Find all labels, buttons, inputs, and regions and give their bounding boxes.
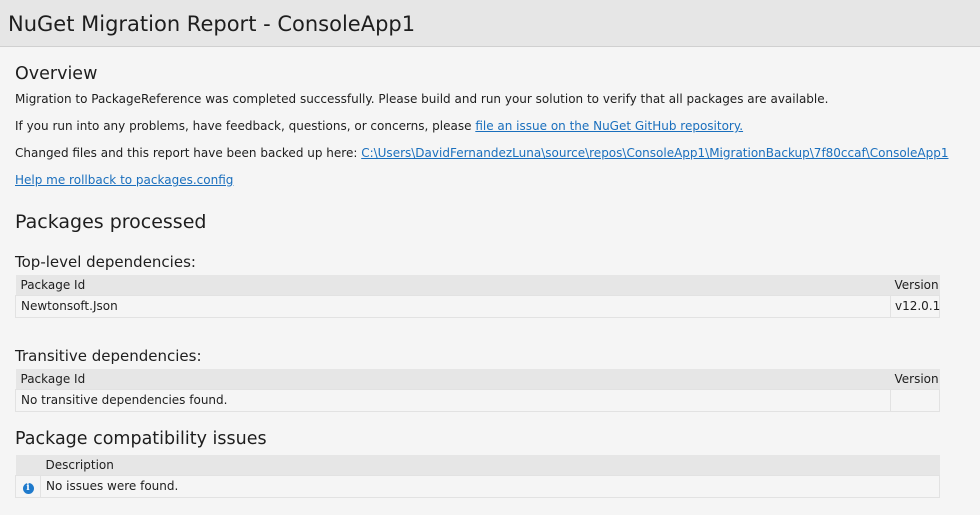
packages-processed-heading: Packages processed	[15, 211, 207, 233]
report-title: NuGet Migration Report - ConsoleApp1	[8, 12, 416, 36]
table-row: Newtonsoft.Json v12.0.1	[15, 294, 940, 318]
table-header-row: Package Id Version	[15, 275, 940, 295]
file-issue-link[interactable]: file an issue on the NuGet GitHub reposi…	[475, 119, 743, 133]
feedback-prefix: If you run into any problems, have feedb…	[15, 119, 476, 133]
rollback-link[interactable]: Help me rollback to packages.config	[15, 173, 233, 187]
empty-version-cell	[890, 388, 940, 412]
top-level-table: Package Id Version Newtonsoft.Json v12.0…	[15, 275, 940, 318]
issue-message-cell: No issues were found.	[40, 474, 940, 498]
empty-message-cell: No transitive dependencies found.	[15, 388, 891, 412]
feedback-text: If you run into any problems, have feedb…	[15, 119, 743, 133]
package-version-cell: v12.0.1	[890, 294, 940, 318]
migration-success-text: Migration to PackageReference was comple…	[15, 92, 829, 106]
backup-text: Changed files and this report have been …	[15, 146, 948, 160]
rollback-container: Help me rollback to packages.config	[15, 173, 233, 187]
info-icon: i	[22, 482, 34, 494]
column-header-description: Description	[40, 455, 940, 475]
report-header: NuGet Migration Report - ConsoleApp1	[0, 0, 980, 47]
compat-table: Description i No issues were found.	[15, 455, 940, 498]
top-level-heading: Top-level dependencies:	[15, 253, 196, 271]
table-row: No transitive dependencies found.	[15, 388, 940, 412]
column-header-package-id: Package Id	[15, 275, 891, 295]
backup-prefix: Changed files and this report have been …	[15, 146, 362, 160]
package-id-cell: Newtonsoft.Json	[15, 294, 891, 318]
table-header-row: Package Id Version	[15, 369, 940, 389]
overview-heading: Overview	[15, 64, 98, 84]
column-header-icon	[15, 455, 41, 475]
column-header-package-id: Package Id	[15, 369, 891, 389]
table-header-row: Description	[15, 455, 940, 475]
transitive-heading: Transitive dependencies:	[15, 347, 202, 365]
column-header-version: Version	[890, 275, 940, 295]
compat-heading: Package compatibility issues	[15, 429, 267, 449]
status-icon-cell: i	[15, 474, 41, 498]
column-header-version: Version	[890, 369, 940, 389]
table-row: i No issues were found.	[15, 474, 940, 498]
backup-path-link[interactable]: C:\Users\DavidFernandezLuna\source\repos…	[361, 146, 948, 160]
transitive-table: Package Id Version No transitive depende…	[15, 369, 940, 412]
